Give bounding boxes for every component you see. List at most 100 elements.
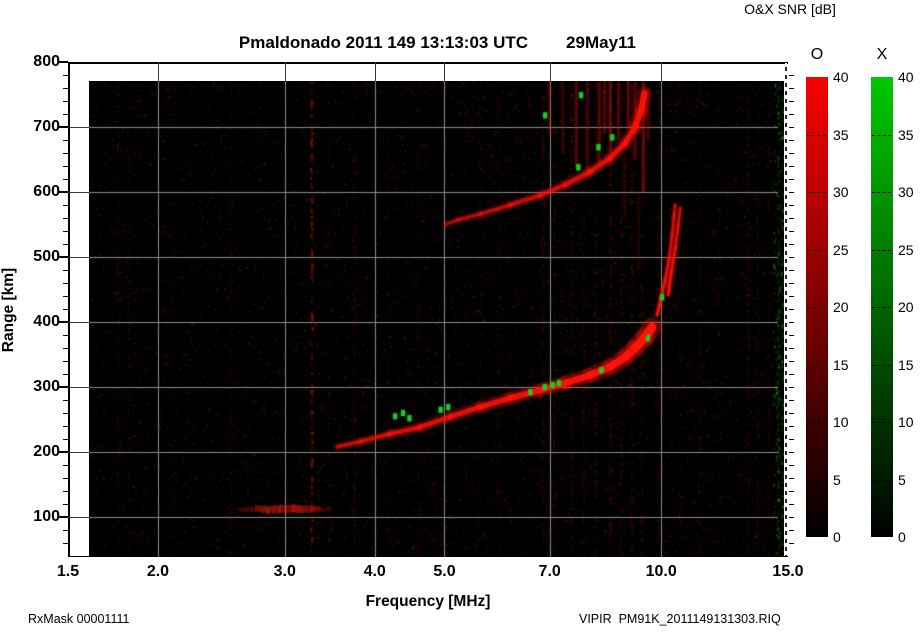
colorbar-tick-label: 25 — [833, 241, 849, 258]
x-tick-label: 3.0 — [273, 563, 296, 580]
gridline-margin-segment — [661, 62, 663, 81]
y-minor-tick — [63, 348, 68, 349]
y-minor-tick — [63, 530, 68, 531]
right-axis-minor-tick — [789, 322, 794, 323]
right-axis-minor-tick — [789, 361, 794, 362]
right-axis-minor-tick — [789, 478, 794, 479]
y-minor-tick — [63, 166, 68, 167]
y-tick-label: 600 — [33, 183, 60, 200]
right-axis-minor-tick — [789, 465, 794, 466]
x-tick-label: 1.5 — [56, 563, 80, 580]
right-axis-minor-tick — [789, 257, 794, 258]
y-minor-tick — [63, 75, 68, 76]
colorbar-X — [871, 77, 893, 537]
right-axis-minor-tick — [789, 88, 794, 89]
right-axis-minor-tick — [789, 296, 794, 297]
right-axis-minor-tick — [789, 127, 794, 128]
y-major-tick — [59, 61, 68, 63]
right-axis-minor-tick — [789, 231, 794, 232]
x-tick-label: 2.0 — [146, 563, 170, 580]
y-minor-tick — [63, 543, 68, 544]
y-tick-label: 800 — [33, 53, 60, 70]
right-axis-minor-tick — [789, 335, 794, 336]
gridline-margin-segment — [68, 127, 89, 128]
colorbar-tick-label: 35 — [833, 126, 849, 143]
colorbar-tick — [872, 364, 891, 366]
right-axis-minor-tick — [789, 387, 794, 388]
right-axis-minor-tick — [789, 426, 794, 427]
y-minor-tick — [63, 400, 68, 401]
y-minor-tick — [63, 335, 68, 336]
right-axis-minor-tick — [789, 504, 794, 505]
y-minor-tick — [63, 478, 68, 479]
y-minor-tick — [63, 439, 68, 440]
gridline-margin-segment — [68, 452, 89, 453]
colorbar-tick-label: 40 — [833, 69, 849, 85]
colorbar-tick — [807, 364, 826, 366]
gridline-margin-segment — [68, 192, 89, 193]
right-axis-minor-tick — [789, 309, 794, 310]
right-axis-minor-tick — [789, 166, 794, 167]
x-tick-label: 15.0 — [772, 563, 804, 580]
gridline-margin-segment — [68, 387, 89, 388]
colorbar-tick — [872, 307, 891, 308]
title-date: 29May11 — [566, 33, 636, 52]
colorbar-tick-label: 5 — [833, 471, 841, 488]
y-major-tick — [59, 451, 68, 453]
right-axis-minor-tick — [789, 218, 794, 219]
colorbar-tick-label: 35 — [898, 126, 914, 143]
y-minor-tick — [63, 504, 68, 505]
y-minor-tick — [63, 205, 68, 206]
y-minor-tick — [63, 218, 68, 219]
y-minor-tick — [63, 153, 68, 154]
x-tick-label: 5.0 — [433, 563, 456, 580]
right-axis-minor-tick — [789, 543, 794, 544]
y-minor-tick — [63, 101, 68, 102]
right-axis-minor-tick — [789, 101, 794, 102]
right-axis-minor-tick — [789, 270, 794, 271]
right-axis-minor-tick — [789, 400, 794, 401]
right-axis-minor-tick — [789, 452, 794, 453]
right-axis-minor-tick — [789, 205, 794, 206]
y-minor-tick — [63, 413, 68, 414]
y-minor-tick — [63, 309, 68, 310]
right-axis-dashed-line — [785, 63, 787, 556]
gridline-margin-segment — [284, 62, 286, 81]
y-minor-tick — [63, 114, 68, 115]
colorbar-tick-label: 40 — [898, 69, 914, 85]
right-axis-minor-tick — [789, 140, 794, 141]
gridline-margin-segment — [157, 62, 159, 81]
y-minor-tick — [63, 426, 68, 427]
y-major-tick — [59, 321, 68, 323]
right-axis-minor-tick — [789, 192, 794, 193]
right-axis-minor-tick — [789, 114, 794, 115]
y-minor-tick — [63, 296, 68, 297]
colorbar-tick-label: 10 — [833, 414, 849, 430]
colorbar-tick-label: 20 — [833, 299, 849, 315]
colorbar-tick-label: 20 — [898, 299, 914, 315]
right-axis-minor-tick — [789, 348, 794, 349]
colorbar-tick-label: 10 — [898, 414, 914, 430]
right-axis-minor-tick — [789, 283, 794, 284]
x-axis-label: Frequency [MHz] — [365, 593, 491, 610]
x-tick-label: 7.0 — [538, 563, 561, 580]
right-axis-minor-tick — [789, 244, 794, 245]
y-minor-tick — [63, 283, 68, 284]
colorbar-tick — [872, 249, 891, 251]
colorbar-tick — [807, 479, 826, 481]
colorbar-tick — [807, 422, 826, 423]
y-minor-tick — [63, 361, 68, 362]
y-tick-label: 500 — [33, 248, 60, 265]
colorbar-tick-label: 30 — [898, 184, 914, 200]
y-tick-label: 100 — [33, 508, 60, 525]
y-minor-tick — [63, 465, 68, 466]
colorbar-tick — [872, 192, 891, 193]
right-axis-minor-tick — [789, 517, 794, 518]
y-axis-label: Range [km] — [0, 267, 17, 353]
y-major-tick — [59, 386, 68, 388]
right-axis-minor-tick — [789, 413, 794, 414]
colorbar-tick-label: 0 — [833, 529, 841, 545]
y-major-tick — [59, 516, 68, 518]
gridline-margin-segment — [549, 62, 551, 81]
gridline-margin-segment — [68, 257, 89, 258]
